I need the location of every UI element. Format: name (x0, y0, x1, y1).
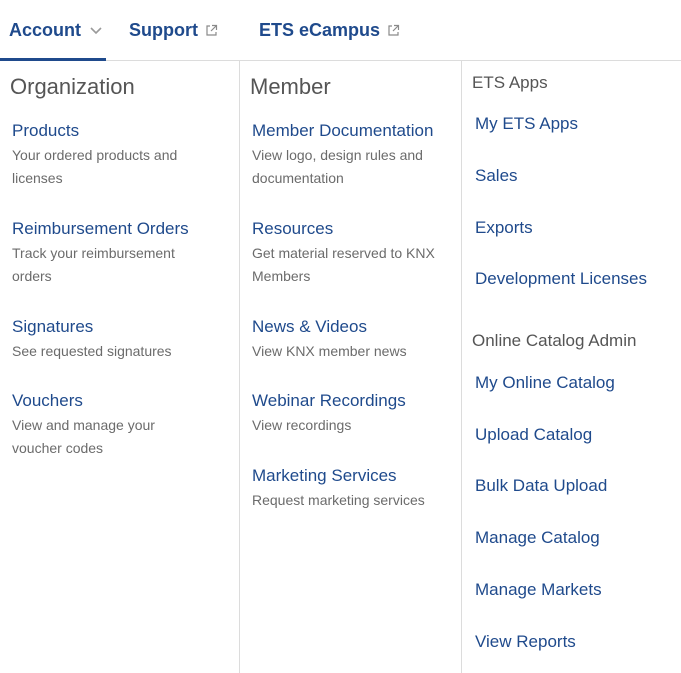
external-link-icon (205, 24, 218, 37)
organization-heading: Organization (10, 74, 135, 99)
menu-item-vouchers[interactable]: Vouchers View and manage your voucher co… (12, 390, 232, 460)
link-my-ets-apps[interactable]: My ETS Apps (475, 113, 578, 135)
menu-item-webinar-recordings[interactable]: Webinar Recordings View recordings (252, 390, 472, 437)
organization-column: Organization Products Your ordered produ… (0, 61, 240, 673)
menu-item-member-documentation[interactable]: Member Documentation View logo, design r… (252, 120, 472, 190)
link-my-online-catalog[interactable]: My Online Catalog (475, 372, 615, 394)
link-development-licenses[interactable]: Development Licenses (475, 268, 647, 290)
top-navigation: Account Support ETS eCampus (0, 0, 681, 61)
menu-item-title: Resources (252, 219, 334, 238)
tab-account[interactable]: Account (0, 0, 106, 61)
menu-item-description: See requested signatures (12, 343, 172, 359)
apps-column: ETS Apps My ETS Apps Sales Exports Devel… (462, 61, 681, 673)
menu-item-news-videos[interactable]: News & Videos View KNX member news (252, 316, 472, 363)
menu-item-description: Request marketing services (252, 492, 425, 508)
menu-item-description: Track your reimbursement orders (12, 245, 175, 284)
tab-support-label: Support (129, 19, 198, 40)
link-upload-catalog[interactable]: Upload Catalog (475, 424, 592, 446)
menu-item-description: View logo, design rules and documentatio… (252, 147, 423, 186)
menu-item-signatures[interactable]: Signatures See requested signatures (12, 316, 232, 363)
menu-item-products[interactable]: Products Your ordered products and licen… (12, 120, 232, 190)
chevron-down-icon (89, 23, 103, 37)
member-column: Member Member Documentation View logo, d… (240, 61, 462, 673)
menu-item-marketing-services[interactable]: Marketing Services Request marketing ser… (252, 465, 472, 512)
menu-item-description: View and manage your voucher codes (12, 417, 155, 456)
link-sales[interactable]: Sales (475, 165, 518, 187)
menu-item-title: Signatures (12, 317, 94, 336)
menu-item-title: Vouchers (12, 391, 83, 410)
menu-item-description: View KNX member news (252, 343, 407, 359)
member-heading: Member (250, 74, 331, 99)
menu-item-title: Products (12, 121, 80, 140)
menu-item-description: View recordings (252, 417, 352, 433)
catalog-admin-heading: Online Catalog Admin (472, 331, 637, 350)
menu-item-title: News & Videos (252, 317, 367, 336)
tab-account-label: Account (9, 19, 81, 40)
menu-item-title: Member Documentation (252, 121, 434, 140)
menu-item-description: Get material reserved to KNX Members (252, 245, 435, 284)
ets-apps-heading: ETS Apps (472, 73, 548, 92)
link-view-reports[interactable]: View Reports (475, 631, 576, 653)
menu-item-resources[interactable]: Resources Get material reserved to KNX M… (252, 218, 472, 288)
menu-item-title: Reimbursement Orders (12, 219, 189, 238)
menu-item-reimbursement-orders[interactable]: Reimbursement Orders Track your reimburs… (12, 218, 232, 288)
tab-ets-ecampus-label: ETS eCampus (259, 19, 381, 40)
menu-item-title: Webinar Recordings (252, 391, 406, 410)
link-bulk-data-upload[interactable]: Bulk Data Upload (475, 475, 607, 497)
menu-item-description: Your ordered products and licenses (12, 147, 178, 186)
menu-item-title: Marketing Services (252, 466, 397, 485)
external-link-icon (387, 24, 400, 37)
link-manage-catalog[interactable]: Manage Catalog (475, 527, 600, 549)
tab-ets-ecampus[interactable]: ETS eCampus (259, 0, 400, 60)
tab-support[interactable]: Support (129, 0, 218, 60)
link-manage-markets[interactable]: Manage Markets (475, 579, 602, 601)
link-exports[interactable]: Exports (475, 217, 533, 239)
